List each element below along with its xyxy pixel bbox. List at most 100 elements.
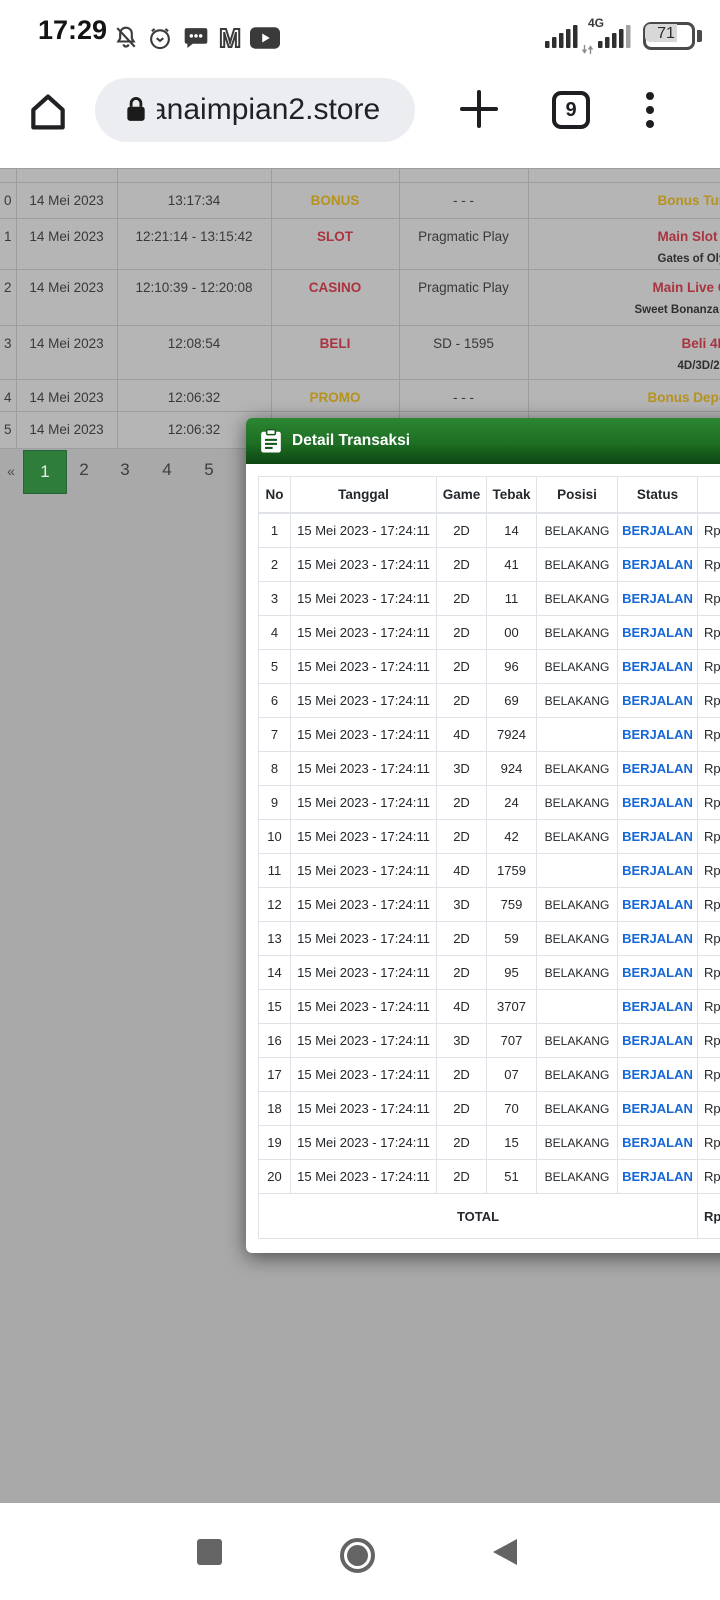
cell-taruhan: Rp [698, 820, 720, 854]
time-text: 12:21:14 - 13:15:42 [118, 219, 271, 247]
cell-taruhan: Rp [698, 888, 720, 922]
cell-status: BERJALAN [618, 616, 698, 650]
cell-game: 2D [437, 548, 487, 582]
cell-posisi: BELAKANG [537, 650, 618, 684]
modal-table-row: 1815 Mei 2023 - 17:24:112D70BELAKANGBERJ… [259, 1092, 720, 1126]
cell-game: 4D [437, 718, 487, 752]
time-text: 12:06:32 [118, 380, 271, 408]
time-text: 12:08:54 [118, 326, 271, 354]
cell-provider: - - - [399, 183, 528, 219]
cell-empty [117, 169, 271, 183]
cell-posisi: BELAKANG [537, 1058, 618, 1092]
cell-taruhan: Rp [698, 684, 720, 718]
messages-icon [182, 24, 210, 57]
new-tab-button[interactable] [458, 88, 500, 130]
url-bar[interactable]: anaimpian2.store [95, 78, 415, 142]
cell-game: 4D [437, 854, 487, 888]
alarm-icon [146, 23, 174, 58]
modal-table-row: 1015 Mei 2023 - 17:24:112D42BELAKANGBERJ… [259, 820, 720, 854]
cell-taruhan: Rp [698, 956, 720, 990]
cell-description: Main Live CSweet Bonanza C [528, 270, 720, 326]
cell-posisi: BELAKANG [537, 684, 618, 718]
cell-status: BERJALAN [618, 718, 698, 752]
cell-posisi: BELAKANG [537, 1024, 618, 1058]
battery-icon: 71 [643, 22, 703, 50]
cell-posisi [537, 854, 618, 888]
home-button[interactable] [26, 90, 70, 134]
cell-game: 2D [437, 1058, 487, 1092]
cell-tanggal: 15 Mei 2023 - 17:24:11 [291, 616, 437, 650]
cell-no: 3 [259, 582, 291, 616]
cell-tanggal: 15 Mei 2023 - 17:24:11 [291, 990, 437, 1024]
cell-type: BONUS [271, 183, 399, 219]
cell-game: 2D [437, 650, 487, 684]
cell-tebak: 41 [487, 548, 537, 582]
cell-no: 11 [259, 854, 291, 888]
pagination-page-2[interactable]: 2 [75, 460, 93, 480]
time-text: 12:10:39 - 12:20:08 [118, 270, 271, 298]
cell-empty [528, 169, 720, 183]
row-number-text: 1 [0, 219, 16, 247]
cell-game: 2D [437, 684, 487, 718]
cell-status: BERJALAN [618, 888, 698, 922]
cell-taruhan: Rp [698, 1058, 720, 1092]
cell-time: 12:10:39 - 12:20:08 [117, 270, 271, 326]
table-row: 414 Mei 202312:06:32PROMO- - -Bonus Depo [0, 380, 720, 412]
cell-tebak: 1759 [487, 854, 537, 888]
description-text: Bonus Turn [529, 183, 720, 211]
cell-time: 12:08:54 [117, 326, 271, 380]
cell-taruhan: Rp [698, 1126, 720, 1160]
pagination-prev[interactable]: « [2, 463, 20, 479]
pagination-page-4[interactable]: 4 [158, 460, 176, 480]
cell-no: 5 [259, 650, 291, 684]
modal-header-row: NoTanggalGameTebakPosisiStatusTaruhan [259, 477, 720, 514]
menu-button[interactable] [641, 90, 659, 130]
modal-table-row: 1415 Mei 2023 - 17:24:112D95BELAKANGBERJ… [259, 956, 720, 990]
table-row: 114 Mei 202312:21:14 - 13:15:42SLOTPragm… [0, 219, 720, 270]
recents-button[interactable] [197, 1539, 222, 1565]
cell-tanggal: 15 Mei 2023 - 17:24:11 [291, 888, 437, 922]
cell-empty [0, 169, 16, 183]
cell-posisi: BELAKANG [537, 786, 618, 820]
cell-taruhan: Rp [698, 1160, 720, 1194]
cell-tanggal: 15 Mei 2023 - 17:24:11 [291, 956, 437, 990]
cell-empty [271, 169, 399, 183]
cell-status: BERJALAN [618, 1092, 698, 1126]
cell-tebak: 759 [487, 888, 537, 922]
total-value: Rp [698, 1194, 720, 1239]
cell-tebak: 51 [487, 1160, 537, 1194]
cell-game: 2D [437, 922, 487, 956]
cell-tebak: 96 [487, 650, 537, 684]
transaction-history-table: 014 Mei 202313:17:34BONUS- - -Bonus Turn… [0, 168, 720, 449]
cell-description: Bonus Depo [528, 380, 720, 412]
pagination-page-3[interactable]: 3 [116, 460, 134, 480]
tab-switcher-button[interactable]: 9 [552, 91, 590, 129]
cell-taruhan: Rp [698, 1092, 720, 1126]
cell-time: 13:17:34 [117, 183, 271, 219]
pagination-page-1[interactable]: 1 [23, 450, 67, 494]
cell-tebak: 11 [487, 582, 537, 616]
cell-tanggal: 15 Mei 2023 - 17:24:11 [291, 1092, 437, 1126]
cell-no: 12 [259, 888, 291, 922]
description-text: Main Slot G [529, 219, 720, 247]
cell-tebak: 3707 [487, 990, 537, 1024]
cell-row-number: 3 [0, 326, 16, 380]
table-row-partial [0, 169, 720, 183]
cell-no: 15 [259, 990, 291, 1024]
description-text: Bonus Depo [529, 380, 720, 408]
cell-status: BERJALAN [618, 854, 698, 888]
cell-taruhan: Rp [698, 1024, 720, 1058]
row-number-text: 4 [0, 380, 16, 408]
cell-description: Bonus Turn [528, 183, 720, 219]
pagination-page-5[interactable]: 5 [200, 460, 218, 480]
nav-home-button[interactable] [340, 1538, 375, 1573]
cell-game: 3D [437, 1024, 487, 1058]
date-text: 14 Mei 2023 [17, 219, 117, 247]
signal-strength-2-icon [598, 22, 634, 53]
back-button[interactable] [493, 1539, 517, 1565]
cell-tanggal: 15 Mei 2023 - 17:24:11 [291, 922, 437, 956]
signal-strength-icon [545, 22, 581, 53]
type-text: BONUS [272, 183, 399, 211]
cell-no: 16 [259, 1024, 291, 1058]
modal-header: Detail Transaksi [246, 418, 720, 464]
